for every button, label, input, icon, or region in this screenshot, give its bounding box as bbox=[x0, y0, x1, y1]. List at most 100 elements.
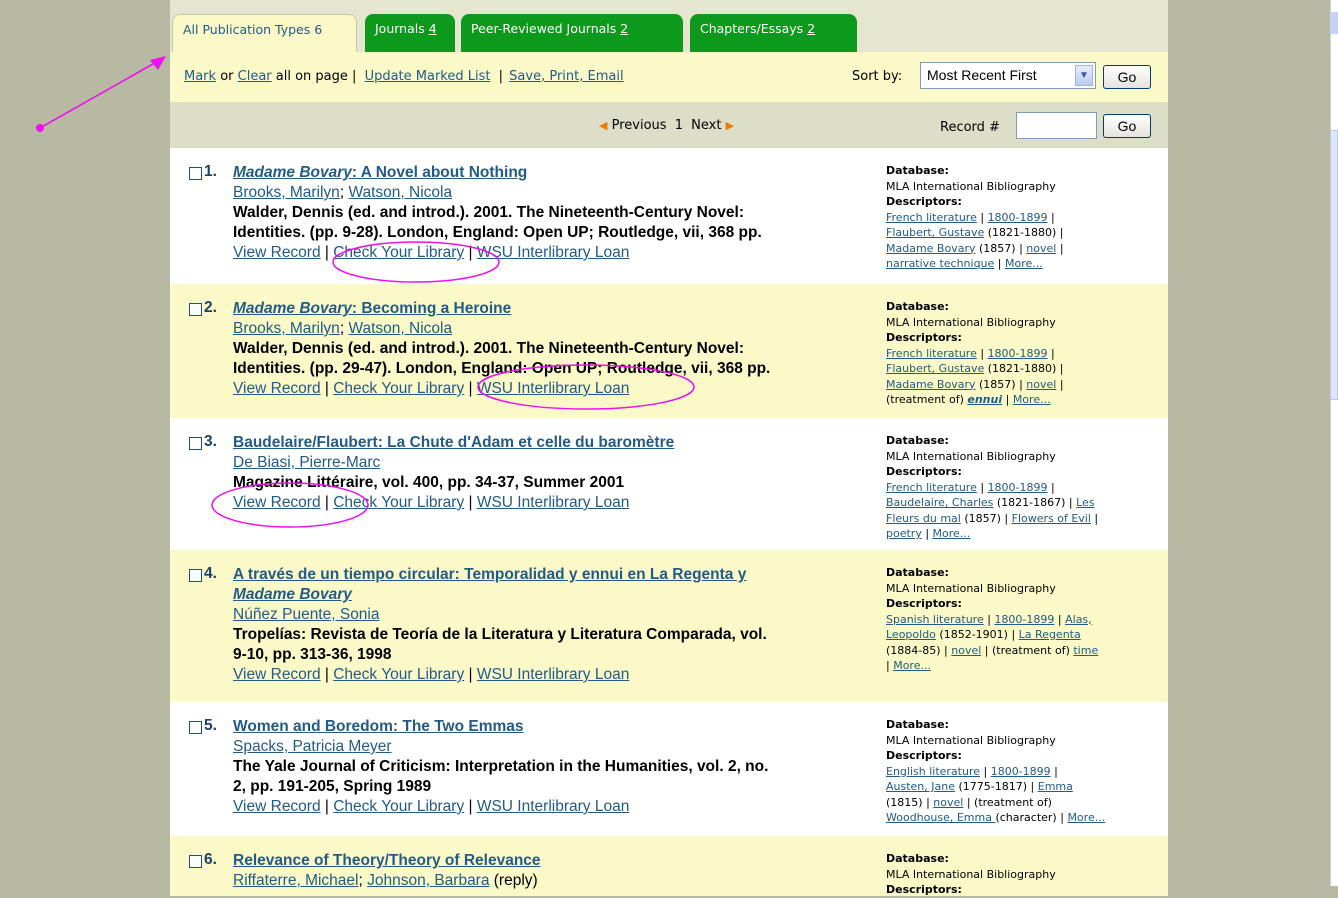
descriptor-link[interactable]: Les bbox=[1076, 496, 1094, 509]
descriptor-link[interactable]: French literature bbox=[886, 481, 977, 494]
sort-go-button[interactable]: Go bbox=[1103, 65, 1151, 89]
descriptor-link[interactable]: Madame Bovary bbox=[886, 242, 976, 255]
descriptor-link[interactable]: 1800-1899 bbox=[988, 481, 1048, 494]
check-your-library-link[interactable]: Check Your Library bbox=[333, 666, 464, 683]
result-checkbox[interactable] bbox=[189, 721, 202, 734]
sort-select[interactable]: Most Recent First ▼ bbox=[920, 62, 1096, 89]
author-link[interactable]: Núñez Puente, Sonia bbox=[233, 606, 380, 623]
previous-link[interactable]: Previous bbox=[612, 118, 667, 133]
mark-all-link[interactable]: Mark bbox=[184, 69, 216, 84]
descriptor-link[interactable]: Leopoldo bbox=[886, 628, 936, 641]
result-title-link[interactable]: Baudelaire/Flaubert: La Chute d'Adam et … bbox=[233, 434, 674, 451]
record-go-button[interactable]: Go bbox=[1103, 114, 1151, 138]
result-action-links: View Record | Check Your Library | WSU I… bbox=[233, 665, 833, 685]
result-checkbox[interactable] bbox=[189, 303, 202, 316]
tab-journals[interactable]: Journals 4 bbox=[365, 14, 455, 52]
result-source: 2, pp. 191-205, Spring 1989 bbox=[233, 778, 432, 795]
descriptor-link[interactable]: More... bbox=[893, 659, 931, 672]
descriptor-link[interactable]: 1800-1899 bbox=[988, 211, 1048, 224]
descriptor-link[interactable]: ennui bbox=[967, 393, 1002, 406]
clear-all-link[interactable]: Clear bbox=[238, 69, 272, 84]
descriptor-link[interactable]: Flaubert, Gustave bbox=[886, 226, 984, 239]
record-number-input[interactable] bbox=[1016, 112, 1097, 139]
descriptor-link[interactable]: Woodhouse, Emma bbox=[886, 811, 995, 824]
chevron-down-icon[interactable]: ▼ bbox=[1075, 65, 1093, 86]
descriptor-link[interactable]: Spanish literature bbox=[886, 613, 984, 626]
descriptor-link[interactable]: More... bbox=[1005, 257, 1043, 270]
descriptor-link[interactable]: 1800-1899 bbox=[991, 765, 1051, 778]
result-title-text: Baudelaire/Flaubert: La Chute d'Adam et … bbox=[233, 434, 675, 451]
result-title-link[interactable]: Relevance of Theory/Theory of Relevance bbox=[233, 852, 541, 869]
descriptor-link[interactable]: poetry bbox=[886, 527, 922, 540]
descriptor-link[interactable]: Emma bbox=[1038, 780, 1073, 793]
view-record-link[interactable]: View Record bbox=[233, 244, 321, 261]
view-record-link[interactable]: View Record bbox=[233, 798, 321, 815]
descriptor-link[interactable]: Alas, bbox=[1065, 613, 1092, 626]
descriptor-link[interactable]: More... bbox=[1013, 393, 1051, 406]
author-link[interactable]: Brooks, Marilyn bbox=[233, 320, 340, 337]
descriptor-link[interactable]: novel bbox=[1026, 378, 1056, 391]
author-link[interactable]: Brooks, Marilyn bbox=[233, 184, 340, 201]
interlibrary-loan-link[interactable]: WSU Interlibrary Loan bbox=[477, 244, 629, 261]
descriptor-link[interactable]: Flowers of Evil bbox=[1012, 512, 1091, 525]
descriptor-text: | bbox=[976, 346, 988, 360]
result-checkbox[interactable] bbox=[189, 437, 202, 450]
next-link[interactable]: Next bbox=[691, 118, 721, 133]
descriptor-text: | bbox=[1047, 210, 1055, 224]
separator: | bbox=[464, 494, 477, 511]
descriptor-link[interactable]: Baudelaire, Charles bbox=[886, 496, 993, 509]
descriptor-text: | bbox=[983, 612, 995, 626]
result-title-link[interactable]: Madame Bovary: A Novel about Nothing bbox=[233, 164, 527, 181]
descriptor-link[interactable]: 1800-1899 bbox=[988, 347, 1048, 360]
separator: | bbox=[320, 494, 334, 511]
descriptor-link[interactable]: novel bbox=[933, 796, 963, 809]
descriptor-link[interactable]: La Regenta bbox=[1019, 628, 1081, 641]
descriptor-text: | bbox=[1056, 377, 1064, 391]
tab-peer-reviewed-journals[interactable]: Peer-Reviewed Journals 2 bbox=[461, 14, 683, 52]
author-link[interactable]: De Biasi, Pierre-Marc bbox=[233, 454, 380, 471]
interlibrary-loan-link[interactable]: WSU Interlibrary Loan bbox=[477, 798, 629, 815]
descriptor-link[interactable]: narrative technique bbox=[886, 257, 994, 270]
descriptor-link[interactable]: French literature bbox=[886, 211, 977, 224]
result-title-link[interactable]: Women and Boredom: The Two Emmas bbox=[233, 718, 524, 735]
descriptor-link[interactable]: 1800-1899 bbox=[994, 613, 1054, 626]
descriptor-link[interactable]: Fleurs du mal bbox=[886, 512, 961, 525]
result-checkbox[interactable] bbox=[189, 569, 202, 582]
descriptor-link[interactable]: Flaubert, Gustave bbox=[886, 362, 984, 375]
author-link[interactable]: Watson, Nicola bbox=[348, 320, 452, 337]
author-link[interactable]: Riffaterre, Michael bbox=[233, 872, 358, 889]
interlibrary-loan-link[interactable]: WSU Interlibrary Loan bbox=[477, 380, 629, 397]
descriptor-link[interactable]: More... bbox=[1067, 811, 1105, 824]
view-record-link[interactable]: View Record bbox=[233, 494, 321, 511]
descriptor-link[interactable]: time bbox=[1073, 644, 1098, 657]
check-your-library-link[interactable]: Check Your Library bbox=[333, 494, 464, 511]
scrollbar-thumb[interactable] bbox=[1330, 130, 1338, 400]
check-your-library-link[interactable]: Check Your Library bbox=[333, 380, 464, 397]
view-record-link[interactable]: View Record bbox=[233, 666, 321, 683]
scroll-up-icon[interactable] bbox=[1330, 12, 1338, 34]
descriptor-link[interactable]: English literature bbox=[886, 765, 980, 778]
descriptor-link[interactable]: More... bbox=[933, 527, 971, 540]
check-your-library-link[interactable]: Check Your Library bbox=[333, 798, 464, 815]
result-checkbox[interactable] bbox=[189, 855, 202, 868]
update-marked-list-link[interactable]: Update Marked List bbox=[365, 69, 491, 84]
view-record-link[interactable]: View Record bbox=[233, 380, 321, 397]
result-title-link[interactable]: Madame Bovary: Becoming a Heroine bbox=[233, 300, 511, 317]
tab-chapters-essays[interactable]: Chapters/Essays 2 bbox=[690, 14, 857, 52]
descriptor-link[interactable]: Austen, Jane bbox=[886, 780, 955, 793]
author-link[interactable]: Spacks, Patricia Meyer bbox=[233, 738, 392, 755]
author-link[interactable]: Johnson, Barbara bbox=[367, 872, 489, 889]
descriptor-link[interactable]: Madame Bovary bbox=[886, 378, 976, 391]
descriptor-link[interactable]: novel bbox=[951, 644, 981, 657]
check-your-library-link[interactable]: Check Your Library bbox=[333, 244, 464, 261]
descriptor-link[interactable]: novel bbox=[1026, 242, 1056, 255]
descriptor-text: | bbox=[980, 764, 991, 778]
tab-all-publication-types[interactable]: All Publication Types 6 bbox=[172, 14, 357, 52]
descriptor-link[interactable]: French literature bbox=[886, 347, 977, 360]
interlibrary-loan-link[interactable]: WSU Interlibrary Loan bbox=[477, 666, 629, 683]
save-print-email-link[interactable]: Save, Print, Email bbox=[509, 69, 623, 84]
interlibrary-loan-link[interactable]: WSU Interlibrary Loan bbox=[477, 494, 629, 511]
result-checkbox[interactable] bbox=[189, 167, 202, 180]
result-title-link[interactable]: A través de un tiempo circular: Temporal… bbox=[233, 566, 746, 603]
author-link[interactable]: Watson, Nicola bbox=[348, 184, 452, 201]
